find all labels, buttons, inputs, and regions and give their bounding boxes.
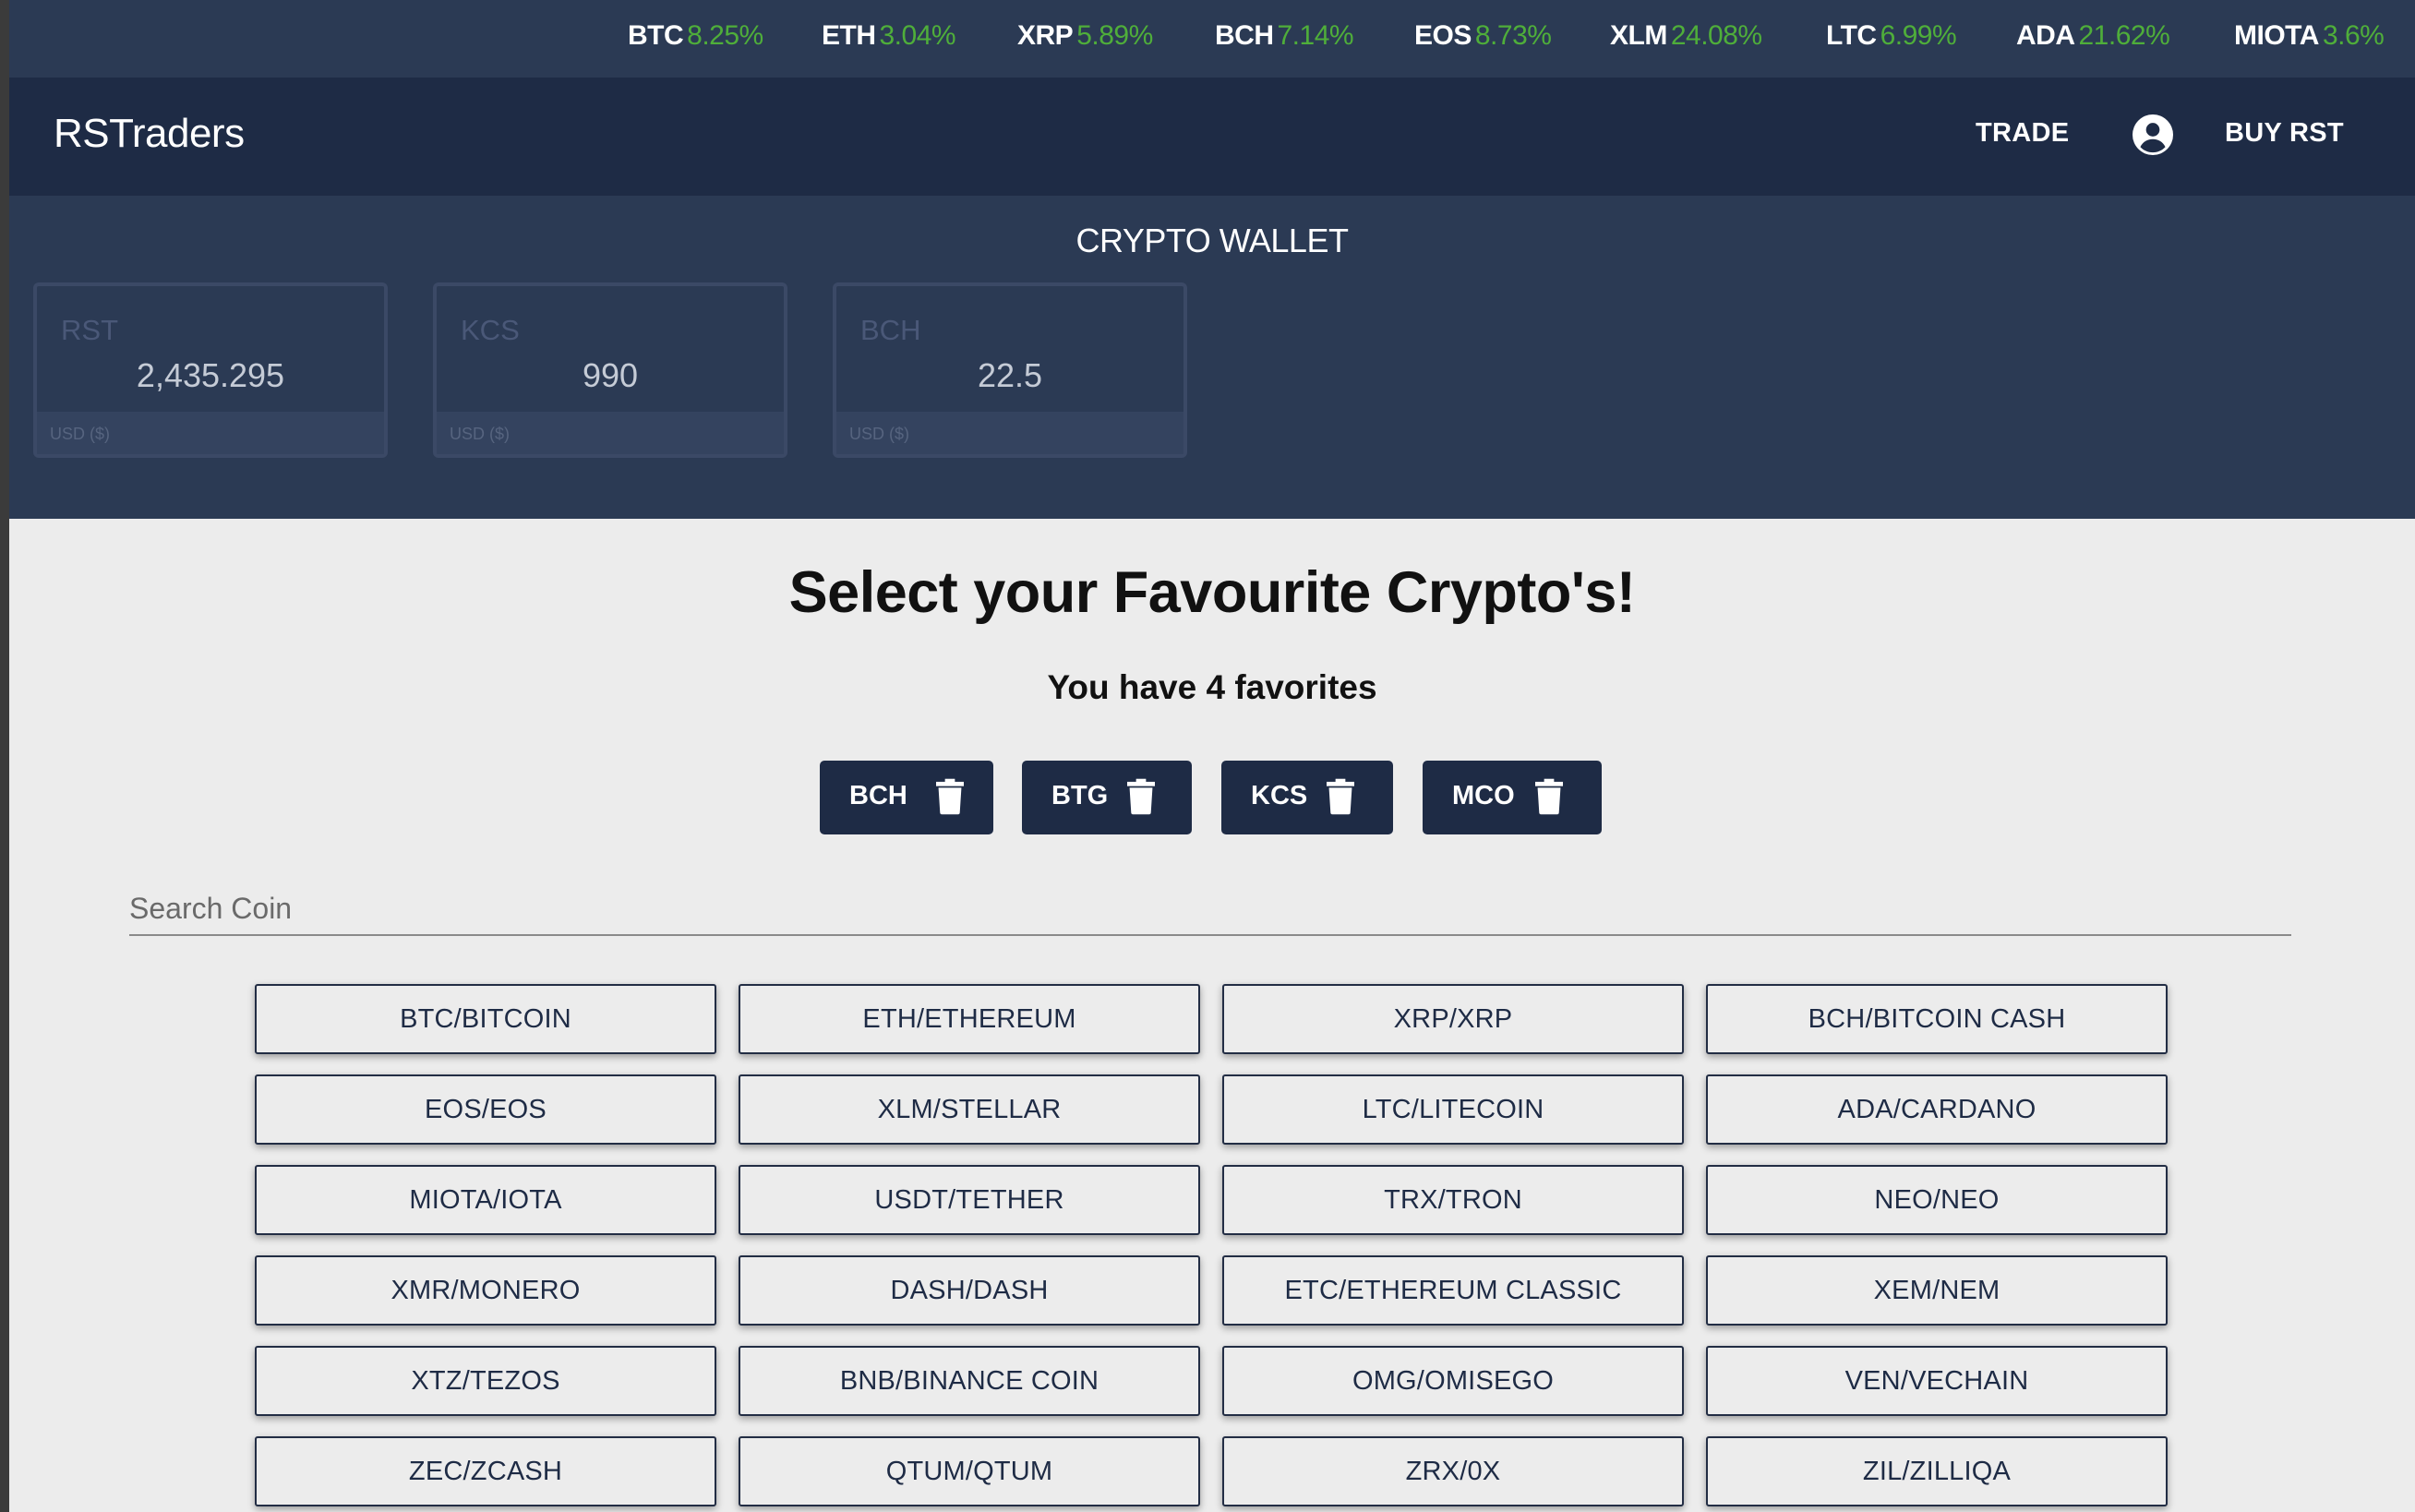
favorite-chip-label: BCH bbox=[849, 781, 907, 810]
favorite-chip-kcs[interactable]: KCS bbox=[1221, 761, 1393, 834]
favorite-chip-label: MCO bbox=[1452, 781, 1515, 810]
ticker-item-bch: BCH 7.14% bbox=[1215, 20, 1354, 52]
favorite-chip-label: KCS bbox=[1251, 781, 1308, 810]
ticker-item-xrp: XRP 5.89% bbox=[1017, 20, 1153, 52]
trash-icon[interactable] bbox=[1327, 777, 1354, 816]
ticker-symbol: XRP bbox=[1017, 20, 1074, 51]
window-left-edge bbox=[0, 0, 9, 1512]
coin-button[interactable]: USDT/TETHER bbox=[739, 1165, 1200, 1235]
favorite-chip-mco[interactable]: MCO bbox=[1423, 761, 1602, 834]
coin-button[interactable]: ETC/ETHEREUM CLASSIC bbox=[1222, 1255, 1684, 1326]
search-coin-input[interactable] bbox=[129, 877, 2291, 936]
wallet-card-value: 990 bbox=[582, 356, 639, 394]
wallet-card-footer: USD ($) bbox=[437, 412, 784, 454]
wallet-card-footer: USD ($) bbox=[37, 412, 384, 454]
ticker-symbol: BTC bbox=[628, 20, 684, 51]
top-navbar: RSTraders TRADE BUY RST bbox=[9, 78, 2415, 196]
coin-button[interactable]: ZIL/ZILLIQA bbox=[1706, 1436, 2168, 1506]
coin-button[interactable]: XMR/MONERO bbox=[255, 1255, 716, 1326]
coin-button[interactable]: NEO/NEO bbox=[1706, 1165, 2168, 1235]
favorite-chip-btg[interactable]: BTG bbox=[1022, 761, 1192, 834]
price-ticker: BTC 8.25% ETH 3.04% XRP 5.89% BCH 7.14% EOS 8… bbox=[9, 0, 2415, 78]
wallet-card-value: 22.5 bbox=[977, 356, 1043, 394]
ticker-item-btc: BTC 8.25% bbox=[628, 20, 763, 52]
coin-button[interactable]: XEM/NEM bbox=[1706, 1255, 2168, 1326]
coin-button[interactable]: EOS/EOS bbox=[255, 1074, 716, 1145]
coin-button[interactable]: ZRX/0X bbox=[1222, 1436, 1684, 1506]
coin-button[interactable]: ZEC/ZCASH bbox=[255, 1436, 716, 1506]
ticker-symbol: EOS bbox=[1414, 20, 1472, 51]
wallet-card-symbol: RST bbox=[61, 314, 118, 346]
coin-button[interactable]: BCH/BITCOIN CASH bbox=[1706, 984, 2168, 1054]
app-page: BTC 8.25% ETH 3.04% XRP 5.89% BCH 7.14% EOS 8… bbox=[9, 0, 2415, 1512]
ticker-symbol: MIOTA bbox=[2234, 20, 2319, 51]
wallet-title: CRYPTO WALLET bbox=[1075, 222, 1349, 259]
ticker-item-eth: ETH 3.04% bbox=[822, 20, 956, 52]
favorite-chip-bch[interactable]: BCH bbox=[820, 761, 993, 834]
ticker-change: 6.99% bbox=[1880, 20, 1957, 51]
wallet-card-bch: BCH 22.5 USD ($) bbox=[833, 282, 1187, 458]
buy-rst-link[interactable]: BUY RST bbox=[2225, 118, 2344, 149]
coin-button[interactable]: OMG/OMISEGO bbox=[1222, 1346, 1684, 1416]
ticker-change: 3.6% bbox=[2322, 20, 2385, 51]
ticker-symbol: LTC bbox=[1826, 20, 1877, 51]
coin-button[interactable]: DASH/DASH bbox=[739, 1255, 1200, 1326]
ticker-symbol: ADA bbox=[2016, 20, 2075, 51]
trash-icon[interactable] bbox=[1535, 777, 1563, 816]
ticker-item-miota: MIOTA 3.6% bbox=[2234, 20, 2385, 52]
ticker-symbol: BCH bbox=[1215, 20, 1274, 51]
coin-button[interactable]: QTUM/QTUM bbox=[739, 1436, 1200, 1506]
coin-button[interactable]: BTC/BITCOIN bbox=[255, 984, 716, 1054]
ticker-change: 21.62% bbox=[2078, 20, 2170, 51]
ticker-symbol: ETH bbox=[822, 20, 876, 51]
wallet-card-kcs: KCS 990 USD ($) bbox=[433, 282, 787, 458]
coin-button[interactable]: ADA/CARDANO bbox=[1706, 1074, 2168, 1145]
crypto-wallet-panel: CRYPTO WALLET RST 2,435.295 USD ($) KCS … bbox=[9, 196, 2415, 519]
coin-button[interactable]: XTZ/TEZOS bbox=[255, 1346, 716, 1416]
coin-button[interactable]: LTC/LITECOIN bbox=[1222, 1074, 1684, 1145]
ticker-item-xlm: XLM 24.08% bbox=[1610, 20, 1762, 52]
trash-icon[interactable] bbox=[936, 777, 964, 816]
ticker-change: 8.25% bbox=[687, 20, 763, 51]
coin-button[interactable]: BNB/BINANCE COIN bbox=[739, 1346, 1200, 1416]
ticker-change: 8.73% bbox=[1474, 20, 1552, 51]
coin-button[interactable]: ETH/ETHEREUM bbox=[739, 984, 1200, 1054]
coin-button[interactable]: XLM/STELLAR bbox=[739, 1074, 1200, 1145]
ticker-change: 3.04% bbox=[879, 20, 956, 51]
coin-button[interactable]: VEN/VECHAIN bbox=[1706, 1346, 2168, 1416]
trash-icon[interactable] bbox=[1127, 777, 1155, 816]
wallet-card-value: 2,435.295 bbox=[136, 356, 285, 394]
coin-button[interactable]: XRP/XRP bbox=[1222, 984, 1684, 1054]
ticker-change: 24.08% bbox=[1670, 20, 1762, 51]
account-circle-icon[interactable] bbox=[2133, 114, 2173, 155]
wallet-card-symbol: BCH bbox=[860, 314, 921, 346]
favorite-chip-label: BTG bbox=[1051, 781, 1109, 810]
wallet-card-rst: RST 2,435.295 USD ($) bbox=[33, 282, 388, 458]
favorites-heading: Select your Favourite Crypto's! bbox=[788, 560, 1636, 625]
ticker-change: 5.89% bbox=[1076, 20, 1153, 51]
wallet-card-symbol: KCS bbox=[461, 314, 520, 346]
ticker-item-eos: EOS 8.73% bbox=[1414, 20, 1552, 52]
favorites-count: You have 4 favorites bbox=[1047, 668, 1377, 706]
ticker-symbol: XLM bbox=[1610, 20, 1667, 51]
coin-button[interactable]: MIOTA/IOTA bbox=[255, 1165, 716, 1235]
brand-logo[interactable]: RSTraders bbox=[54, 111, 245, 157]
ticker-item-ada: ADA 21.62% bbox=[2016, 20, 2170, 52]
ticker-item-ltc: LTC 6.99% bbox=[1826, 20, 1957, 52]
wallet-card-footer: USD ($) bbox=[836, 412, 1183, 454]
ticker-change: 7.14% bbox=[1277, 20, 1354, 51]
trade-link[interactable]: TRADE bbox=[1976, 118, 2069, 149]
coin-button[interactable]: TRX/TRON bbox=[1222, 1165, 1684, 1235]
